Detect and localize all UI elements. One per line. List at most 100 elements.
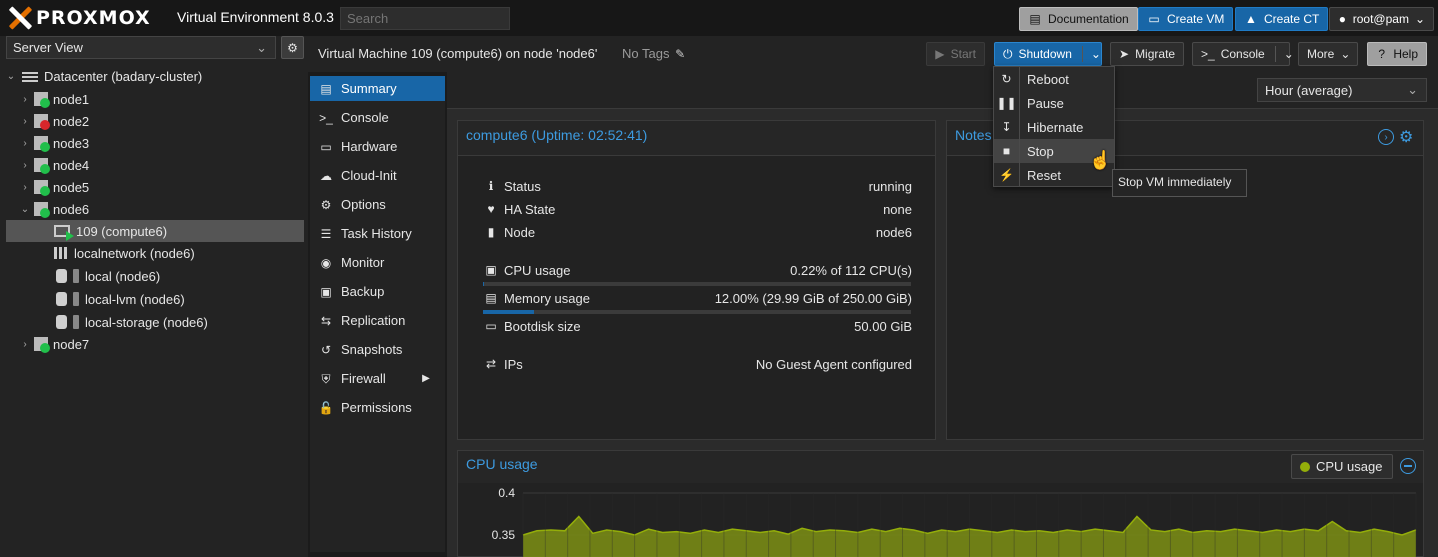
cpu-usage-row: ▣ CPU usage 0.22% of 112 CPU(s) <box>484 261 912 279</box>
bootdisk-row: ▭ Bootdisk size 50.00 GiB <box>484 317 912 335</box>
nav-monitor[interactable]: ◉ Monitor <box>310 250 445 275</box>
datacenter-icon <box>22 70 38 82</box>
product-version: Virtual Environment 8.0.3 <box>177 9 334 25</box>
chart-collapse-icon[interactable] <box>1400 458 1416 474</box>
expand-icon[interactable]: › <box>20 138 30 149</box>
chevron-down-icon: ⌄ <box>256 40 267 55</box>
tree-item-node7[interactable]: › node7 <box>6 333 304 355</box>
expand-icon[interactable]: › <box>20 116 30 127</box>
tree-item-local[interactable]: local (node6) <box>6 265 304 287</box>
shutdown-menu-arrow[interactable]: ⌄ <box>1081 46 1103 62</box>
nav-firewall[interactable]: ⛨ Firewall ▶ <box>310 366 445 391</box>
menu-item-label: Stop <box>1027 143 1054 159</box>
expand-icon[interactable]: › <box>20 182 30 193</box>
console-menu-arrow[interactable]: ⌄ <box>1274 46 1296 62</box>
network-icon <box>54 247 68 259</box>
tree-item-vm-109[interactable]: 109 (compute6) <box>6 220 304 242</box>
cpu-chart-header <box>458 451 1423 483</box>
eye-icon: ◉ <box>320 255 332 270</box>
menu-item-reboot[interactable]: ↻ Reboot <box>994 67 1114 91</box>
nav-label: Monitor <box>341 255 385 270</box>
nav-label: Cloud-Init <box>341 168 397 183</box>
tree-item-node2[interactable]: › node2 <box>6 110 304 132</box>
desktop-icon: ▭ <box>1148 12 1160 26</box>
search-input[interactable] <box>340 7 510 30</box>
nav-label: Snapshots <box>341 342 403 357</box>
timeframe-label: Hour (average) <box>1265 83 1353 98</box>
collapse-icon[interactable]: ⌄ <box>6 71 16 82</box>
pencil-icon[interactable]: ✎ <box>673 47 687 61</box>
floppy-icon: ▣ <box>320 284 332 299</box>
server-offline-icon <box>34 114 50 130</box>
notes-edit-gear-icon[interactable]: ⚙ <box>1399 127 1413 147</box>
row-value: 50.00 GiB <box>854 318 912 334</box>
more-label: More <box>1307 47 1335 61</box>
timeframe-select[interactable]: Hour (average) ⌄ <box>1257 78 1427 102</box>
hand-cursor-icon: ☝ <box>1089 150 1112 170</box>
expand-icon[interactable]: › <box>20 339 30 350</box>
chevron-down-icon: ⌄ <box>1414 12 1425 26</box>
nav-options[interactable]: ⚙ Options <box>310 192 445 217</box>
tree-item-datacenter[interactable]: ⌄ Datacenter (badary-cluster) <box>6 65 304 87</box>
tree-item-node3[interactable]: › node3 <box>6 132 304 154</box>
nav-summary[interactable]: ▤ Summary <box>310 76 445 101</box>
tree-settings-button[interactable]: ⚙ <box>281 36 304 59</box>
menu-item-hibernate[interactable]: ↧ Hibernate <box>994 115 1114 139</box>
cpu-usage-bar-fill <box>483 282 485 286</box>
tree-item-local-storage[interactable]: local-storage (node6) <box>6 311 304 333</box>
tree-item-local-lvm[interactable]: local-lvm (node6) <box>6 288 304 310</box>
shutdown-button[interactable]: ⏻ Shutdown ⌄ <box>994 42 1102 66</box>
y-tick-label: 0.4 <box>498 486 515 500</box>
tags-editor[interactable]: No Tags ✎ <box>622 46 687 61</box>
nav-task-history[interactable]: ☰ Task History <box>310 221 445 246</box>
collapse-icon[interactable]: ⌄ <box>20 204 30 215</box>
tree-item-localnetwork[interactable]: localnetwork (node6) <box>6 242 304 264</box>
server-online-icon <box>34 136 50 152</box>
y-tick-label: 0.35 <box>492 528 516 542</box>
storage-icon <box>56 315 67 329</box>
user-menu-button[interactable]: ● root@pam ⌄ <box>1329 7 1434 31</box>
create-ct-button[interactable]: ▲ Create CT <box>1235 7 1329 31</box>
user-label: root@pam <box>1352 12 1409 26</box>
console-button[interactable]: >_ Console ⌄ <box>1192 42 1294 66</box>
help-label: Help <box>1393 47 1418 61</box>
tree-item-node1[interactable]: › node1 <box>6 88 304 110</box>
stop-tooltip: Stop VM immediately <box>1112 169 1247 197</box>
tree-item-node4[interactable]: › node4 <box>6 154 304 176</box>
start-button[interactable]: ▶ Start <box>926 42 985 66</box>
chevron-down-icon: ⌄ <box>1283 47 1294 61</box>
menu-item-label: Pause <box>1027 95 1064 111</box>
migrate-button[interactable]: ➤ Migrate <box>1110 42 1184 66</box>
history-icon: ↺ <box>320 342 332 357</box>
ips-row: ⇄ IPs No Guest Agent configured <box>484 355 912 373</box>
view-selector[interactable]: Server View ⌄ <box>6 36 276 59</box>
menu-item-label: Reset <box>1027 167 1061 183</box>
node-row: ▮ Node node6 <box>484 223 912 241</box>
power-icon: ⏻ <box>1003 47 1013 61</box>
documentation-button[interactable]: ▤ Documentation <box>1019 7 1138 31</box>
tree-item-node6[interactable]: ⌄ node6 <box>6 198 304 220</box>
menu-item-pause[interactable]: ❚❚ Pause <box>994 91 1114 115</box>
building-icon: ▮ <box>487 225 495 239</box>
tree-item-node5[interactable]: › node5 <box>6 176 304 198</box>
nav-snapshots[interactable]: ↺ Snapshots <box>310 337 445 362</box>
expand-icon[interactable]: › <box>20 160 30 171</box>
help-button[interactable]: ? Help <box>1367 42 1427 66</box>
nav-replication[interactable]: ⇆ Replication <box>310 308 445 333</box>
gear-icon: ⚙ <box>287 40 298 55</box>
more-button[interactable]: More ⌄ <box>1298 42 1358 66</box>
memory-usage-bar-fill <box>483 310 535 314</box>
nav-hardware[interactable]: ▭ Hardware <box>310 134 445 159</box>
nav-cloud-init[interactable]: ☁ Cloud-Init <box>310 163 445 188</box>
gear-icon: ⚙ <box>320 197 332 212</box>
cpu-legend-toggle[interactable]: CPU usage <box>1291 454 1393 479</box>
nav-permissions[interactable]: 🔓 Permissions <box>310 395 445 420</box>
create-vm-button[interactable]: ▭ Create VM <box>1138 7 1234 31</box>
row-label: HA State <box>504 201 556 217</box>
tree-item-label: 109 (compute6) <box>76 223 168 239</box>
notes-expand-icon[interactable]: › <box>1378 129 1394 145</box>
row-value: none <box>883 201 912 217</box>
nav-backup[interactable]: ▣ Backup <box>310 279 445 304</box>
expand-icon[interactable]: › <box>20 94 30 105</box>
nav-console[interactable]: >_ Console <box>310 105 445 130</box>
